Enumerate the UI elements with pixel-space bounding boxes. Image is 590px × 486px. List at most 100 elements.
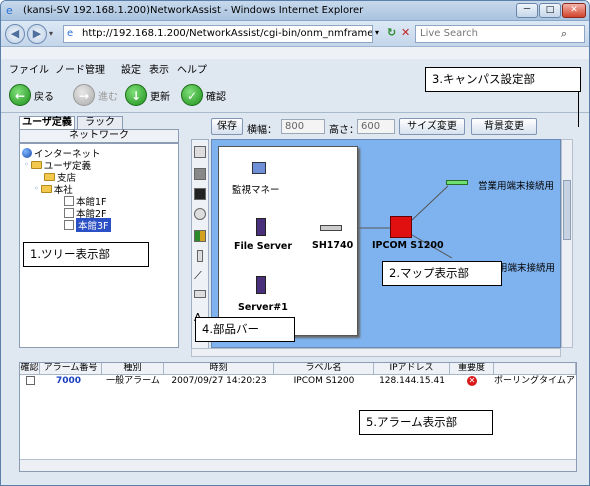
alarm-description: ポーリングタイムアウト [494, 376, 576, 386]
server1-icon[interactable] [256, 276, 266, 294]
col-ip[interactable]: IPアドレス [374, 363, 450, 374]
col-time[interactable]: 時刻 [164, 363, 274, 374]
confirm-button[interactable]: ✓ 確認 [181, 81, 226, 109]
part-line-icon[interactable]: ⟋ [194, 270, 206, 282]
monitor-pc-icon[interactable] [252, 162, 266, 174]
maximize-button[interactable]: □ [539, 3, 561, 18]
callout-map-area: 2.マップ表示部 [382, 261, 502, 286]
folder-icon [40, 184, 52, 193]
node-label-router: IPCOM S1200 [372, 240, 444, 251]
height-input[interactable]: 600 [357, 119, 395, 134]
folder-icon [30, 160, 42, 169]
menu-view[interactable]: 表示 [149, 61, 169, 76]
back-arrow-icon: ← [9, 84, 31, 106]
map-icon [64, 219, 74, 230]
col-label[interactable]: ラベル名 [274, 363, 374, 374]
part-tower-icon[interactable] [194, 168, 206, 180]
col-alarm-number[interactable]: アラーム番号 [40, 363, 102, 374]
check-icon: ✓ [181, 84, 203, 106]
back-nav-icon[interactable]: ◀ [5, 24, 25, 44]
callout-canvas-settings: 3.キャンパス設定部 [425, 67, 581, 92]
window-title: (kansi-SV 192.168.1.200)NetworkAssist - … [23, 5, 364, 16]
stop-icon[interactable]: ✕ [401, 26, 410, 39]
url-input[interactable]: http://192.168.1.200/NetworkAssist/cgi-b… [63, 25, 373, 43]
url-dropdown-icon[interactable]: ▾ [375, 28, 379, 37]
scroll-thumb[interactable] [563, 180, 571, 240]
page-icon: e [67, 28, 74, 39]
file-server-icon[interactable] [256, 218, 266, 236]
map-icon [64, 195, 74, 206]
callout-tree-area: 1.ツリー表示部 [23, 242, 149, 267]
alarm-ip: 128.144.15.41 [379, 376, 445, 386]
search-icon[interactable]: ⌕ [561, 27, 567, 41]
tree-tabs: ユーザ定義 ラック [19, 116, 179, 130]
forward-nav-icon[interactable]: ▶ [27, 24, 47, 44]
forward-label: 進む [98, 91, 118, 103]
save-button[interactable]: 保存 [211, 118, 243, 135]
canvas-vertical-scrollbar[interactable] [561, 139, 573, 348]
menu-node-management[interactable]: ノード管理 [55, 61, 105, 76]
title-bar: e (kansi-SV 192.168.1.200)NetworkAssist … [1, 1, 589, 21]
expand-icon: ◦ [34, 184, 39, 193]
part-cloud-icon[interactable] [194, 208, 206, 220]
forward-button[interactable]: → 進む [73, 81, 118, 109]
node-label-sales: 営業用端末接続用 [478, 181, 555, 192]
alarm-horizontal-scrollbar[interactable] [20, 459, 576, 471]
confirm-checkbox[interactable] [25, 376, 35, 385]
part-rack-icon[interactable] [197, 250, 203, 262]
callout-parts-bar: 4.部品バー [195, 317, 295, 342]
canvas-settings-bar: 保存 横幅： 800 高さ： 600 サイズ変更 背景変更 [191, 117, 561, 137]
callout-alarm-area: 5.アラーム表示部 [359, 410, 493, 435]
confirm-cell [20, 375, 40, 388]
back-button[interactable]: ← 戻る [9, 81, 54, 109]
network-header[interactable]: ネットワーク [19, 129, 179, 143]
part-server-icon[interactable] [194, 146, 206, 158]
alarm-number: 7000 [56, 376, 82, 386]
tree-item-floor3[interactable]: 本館3F [64, 217, 111, 232]
sales-switch-icon[interactable] [446, 180, 468, 185]
col-severity[interactable]: 重要度 [450, 363, 494, 374]
router-icon[interactable] [390, 216, 412, 238]
alarm-row[interactable]: 7000 一般アラーム 2007/09/27 14:20:23 IPCOM S1… [20, 375, 576, 388]
search-input[interactable]: Live Search [415, 25, 585, 43]
refresh-button[interactable]: ↓ 更新 [125, 81, 170, 109]
menu-file[interactable]: ファイル [9, 61, 49, 76]
alarm-panel: 確認 アラーム番号 種別 時刻 ラベル名 IPアドレス 重要度 7000 一般ア… [19, 362, 577, 472]
menu-settings[interactable]: 設定 [121, 61, 141, 76]
tree-label-selected: 本館3F [76, 217, 111, 232]
part-group-icon[interactable] [194, 230, 206, 242]
expand-icon: ◦ [24, 160, 29, 169]
folder-icon [44, 172, 55, 181]
menu-help[interactable]: ヘルプ [177, 61, 207, 76]
col-confirm[interactable]: 確認 [20, 363, 40, 374]
col-description[interactable] [494, 363, 576, 374]
critical-icon: ✕ [467, 375, 477, 386]
col-type[interactable]: 種別 [102, 363, 164, 374]
width-input[interactable]: 800 [281, 119, 325, 134]
tab-user-defined[interactable]: ユーザ定義 [19, 116, 75, 130]
part-label-icon[interactable] [194, 290, 206, 298]
background-change-button[interactable]: 背景変更 [471, 118, 537, 135]
forward-arrow-icon: → [73, 84, 95, 106]
tab-rack[interactable]: ラック [77, 116, 123, 130]
back-label: 戻る [34, 91, 54, 103]
canvas-horizontal-scrollbar[interactable] [191, 348, 561, 357]
app-gap [1, 47, 589, 59]
alarm-time: 2007/09/27 14:20:23 [171, 376, 267, 386]
refresh-icon[interactable]: ↻ [387, 26, 396, 39]
part-box-icon[interactable] [194, 188, 206, 200]
alarm-type: 一般アラーム [106, 376, 160, 386]
node-label-file-server: File Server [234, 241, 293, 252]
browser-window: e (kansi-SV 192.168.1.200)NetworkAssist … [0, 0, 590, 486]
node-label-server1: Server#1 [238, 302, 288, 313]
height-label: 高さ： [329, 125, 359, 136]
status-bar [1, 475, 589, 485]
size-change-button[interactable]: サイズ変更 [399, 118, 465, 135]
switch-icon[interactable] [320, 225, 342, 231]
width-label: 横幅： [247, 125, 277, 136]
ie-logo-icon: e [6, 4, 13, 17]
minimize-button[interactable]: － [516, 3, 538, 18]
history-dropdown-icon[interactable]: ▾ [49, 29, 53, 38]
alarm-table-header: 確認 アラーム番号 種別 時刻 ラベル名 IPアドレス 重要度 [20, 363, 576, 375]
close-button[interactable]: ✕ [562, 3, 586, 18]
